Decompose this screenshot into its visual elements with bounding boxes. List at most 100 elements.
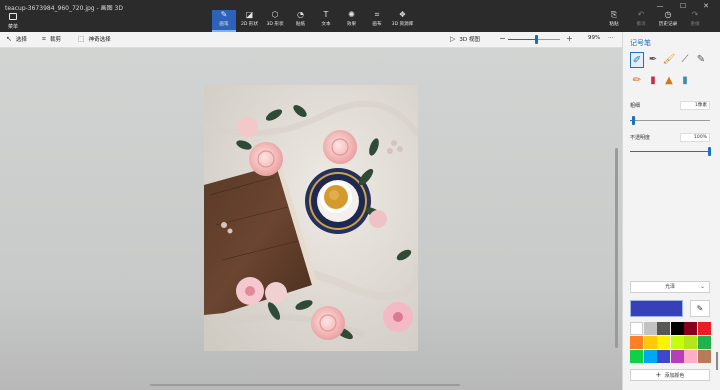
tool-label: 粘贴 (609, 22, 619, 27)
effects-icon: ✺ (348, 10, 355, 19)
select-tool[interactable]: ↖ 选择 (6, 35, 27, 43)
oil-brush-brush-icon[interactable]: 🖌 (662, 52, 676, 68)
palette-swatch[interactable] (643, 336, 657, 349)
paste-button[interactable]: ⎘ 粘贴 (601, 10, 627, 32)
cursor-icon: ↖ (6, 35, 12, 43)
paste-icon: ⎘ (610, 10, 618, 19)
window-title: teacup-3673984_960_720.jpg - 画图 3D (5, 5, 123, 12)
palette-swatch[interactable] (630, 322, 643, 335)
tool-label: 历史记录 (658, 22, 678, 27)
tool-label: 画布 (372, 22, 382, 27)
tool-label: 效果 (346, 22, 357, 27)
tool-effects[interactable]: ✺ 效果 (340, 10, 364, 32)
zoom-in-button[interactable]: + (566, 34, 573, 43)
palette-swatch[interactable] (684, 350, 697, 363)
menu-button[interactable]: 菜单 (4, 13, 22, 30)
thickness-label: 粗细 (630, 103, 641, 109)
palette-swatch[interactable] (670, 322, 684, 335)
opacity-label: 不透明度 (630, 135, 651, 141)
tool-text[interactable]: T 文本 (314, 10, 338, 32)
tool-label: 重做 (690, 22, 700, 27)
palette-swatch[interactable] (630, 336, 643, 349)
palette-swatch[interactable] (684, 336, 697, 349)
opacity-slider[interactable] (630, 147, 711, 156)
history-icon: ◷ (664, 10, 672, 19)
palette-swatch[interactable] (630, 350, 643, 363)
tool-2d-shapes[interactable]: ◪ 2D 形状 (238, 10, 262, 32)
palette-swatch[interactable] (657, 336, 670, 349)
crayon-brush-icon[interactable]: ▲ (662, 73, 676, 89)
zoom-slider[interactable] (508, 35, 560, 44)
add-color-label: 添加颜色 (664, 373, 685, 379)
2d-shapes-icon: ◪ (245, 10, 254, 19)
secondary-toolbar: ↖ 选择 ⌗ 裁剪 ⬚ 神奇选择 ▷ 3D 视图 − + 99% ··· (0, 32, 622, 48)
plus-icon: + (655, 371, 662, 379)
history-button[interactable]: ◷ 历史记录 (655, 10, 681, 32)
finish-dropdown-value: 光泽 (664, 284, 675, 290)
crop-tool[interactable]: ⌗ 裁剪 (42, 35, 61, 44)
teacup-photo[interactable] (204, 85, 418, 351)
canvas-vertical-scrollbar[interactable] (615, 148, 618, 348)
zoom-slider-fill (508, 39, 537, 40)
palette-swatch[interactable] (670, 336, 684, 349)
palette-swatch[interactable] (643, 350, 657, 363)
menu-icon (9, 13, 17, 20)
palette-swatch[interactable] (697, 350, 711, 363)
3d-shapes-icon: ⬡ (271, 10, 279, 19)
tool-label: 贴纸 (295, 22, 306, 27)
tool-canvas[interactable]: ⌗ 画布 (365, 10, 389, 32)
palette-swatch[interactable] (643, 322, 657, 335)
crop-icon: ⌗ (42, 35, 46, 43)
canvas-icon: ⌗ (374, 10, 380, 19)
palette-swatch[interactable] (670, 350, 684, 363)
palette-swatch[interactable] (697, 336, 711, 349)
opacity-slider-thumb[interactable] (708, 147, 711, 156)
tool-3d-shapes[interactable]: ⬡ 3D 形状 (263, 10, 287, 32)
canvas-area[interactable] (0, 48, 622, 390)
eyedropper-icon: ✎ (696, 304, 704, 313)
tool-label: 画笔 (219, 22, 229, 27)
thickness-slider[interactable] (630, 116, 710, 125)
palette-swatch[interactable] (697, 322, 711, 335)
zoom-out-button[interactable]: − (499, 34, 506, 43)
pixel-pen-brush-icon[interactable]: ✎ (694, 52, 708, 68)
redo-button[interactable]: ↷ 重做 (682, 10, 708, 32)
more-options-button[interactable]: ··· (608, 35, 613, 41)
thickness-slider-thumb[interactable] (632, 116, 635, 125)
text-icon: T (323, 10, 329, 19)
palette-swatch[interactable] (657, 350, 670, 363)
spray-can-brush-icon[interactable]: ▮ (678, 73, 692, 89)
panel-title: 记号笔 (630, 39, 651, 47)
current-color-swatch[interactable] (630, 300, 683, 317)
calligraphy-pen-brush-icon[interactable]: ✒ (646, 52, 660, 68)
tool-3d-library[interactable]: ❖ 3D 资源库 (391, 10, 415, 32)
crop-label: 裁剪 (49, 37, 61, 43)
tool-label: 2D 形状 (240, 22, 259, 27)
palette-swatch[interactable] (657, 322, 670, 335)
watercolor-brush-icon[interactable]: ⟋ (678, 52, 692, 68)
finish-dropdown[interactable]: 光泽 ⌄ (630, 281, 710, 293)
pencil-brush-icon[interactable]: ✏ (630, 73, 644, 89)
3d-view-label: 3D 视图 (459, 37, 480, 43)
tool-label: 3D 形状 (266, 22, 284, 27)
undo-button[interactable]: ↶ 撤消 (628, 10, 654, 32)
zoom-slider-thumb[interactable] (535, 35, 538, 44)
tool-label: 3D 资源库 (391, 22, 414, 27)
magic-select-tool[interactable]: ⬚ 神奇选择 (78, 35, 111, 43)
palette-swatch[interactable] (684, 322, 697, 335)
3d-library-icon: ❖ (398, 10, 407, 19)
eraser-brush-icon[interactable]: ▮ (646, 73, 660, 89)
menu-label: 菜单 (7, 24, 18, 30)
select-label: 选择 (15, 37, 27, 43)
thickness-input[interactable]: 1像素 (680, 101, 710, 110)
panel-scrollbar[interactable] (716, 352, 718, 370)
tool-brush[interactable]: ✎ 画笔 (212, 10, 236, 32)
canvas-horizontal-scrollbar[interactable] (150, 384, 460, 386)
3d-view-icon: ▷ (450, 35, 456, 43)
tool-stickers[interactable]: ◔ 贴纸 (289, 10, 313, 32)
3d-view-toggle[interactable]: ▷ 3D 视图 (450, 35, 480, 43)
add-color-button[interactable]: + 添加颜色 (630, 369, 710, 381)
marker-brush-icon[interactable]: ✐ (630, 52, 644, 68)
opacity-input[interactable]: 100% (680, 133, 710, 142)
eyedropper-button[interactable]: ✎ (690, 300, 710, 317)
